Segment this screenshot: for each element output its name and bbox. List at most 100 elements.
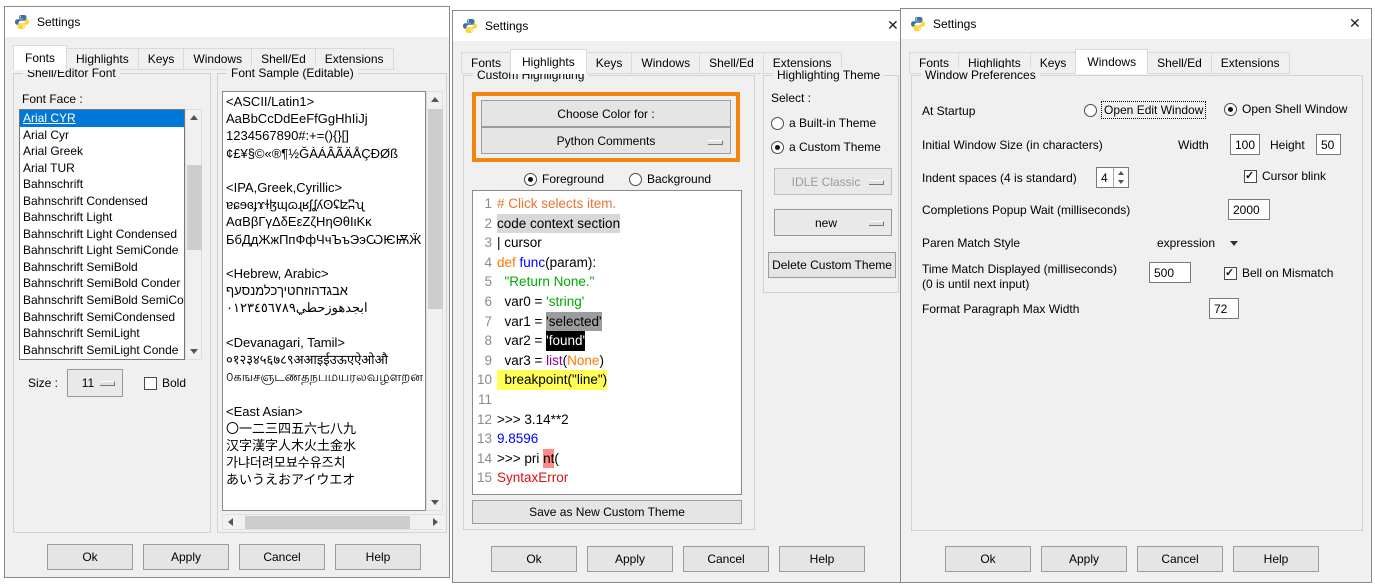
indent-spinbox[interactable]: 4 [1096,167,1129,188]
cursor-blink-row[interactable]: Cursor blink [1244,169,1326,183]
code-segment-normal[interactable]: var3 = [497,351,546,371]
builtin-theme-dropdown[interactable]: IDLE Classic [774,168,892,195]
code-segment-normal[interactable]: >>> 3.14**2 [497,410,569,430]
scrollbar-thumb[interactable] [428,109,443,309]
font-list-item[interactable]: Bahnschrift SemiLight [20,325,184,342]
bell-on-mismatch-checkbox[interactable] [1224,267,1237,280]
code-segment-normal[interactable] [497,272,505,292]
code-segment-builtin[interactable]: list [546,351,563,371]
cancel-button[interactable]: Cancel [683,546,769,572]
tab-shell-ed[interactable]: Shell/Ed [699,52,764,74]
font-list-item[interactable]: Arial Cyr [20,127,184,144]
custom-theme-radio[interactable] [771,141,784,154]
font-list-item[interactable]: Bahnschrift SemiCondensed [20,309,184,326]
format-width-input[interactable]: 72 [1209,298,1239,319]
scrollbar-thumb[interactable] [245,516,410,529]
sample-v-scrollbar[interactable] [426,91,443,511]
code-segment-normal[interactable]: var1 = [497,312,546,332]
help-button[interactable]: Help [335,544,421,570]
tab-fonts[interactable]: Fonts [13,45,67,70]
scroll-up-button[interactable] [186,110,201,125]
code-line[interactable]: 4def func(param): [475,253,739,273]
tab-keys[interactable]: Keys [138,48,185,70]
paren-match-combobox[interactable]: expression [1157,236,1238,250]
code-segment-normal[interactable]: | cursor [497,233,542,253]
highlight-target-dropdown[interactable]: Python Comments [481,127,731,154]
code-line[interactable]: 10 breakpoint("line") [475,370,739,390]
ok-button[interactable]: Ok [945,546,1031,572]
tab-highlights[interactable]: Highlights [510,49,587,74]
completions-input[interactable]: 2000 [1228,199,1270,220]
font-face-listbox[interactable]: Arial CYRArial CyrArial GreekArial TURBa… [19,109,185,360]
code-segment-string[interactable]: "Return None." [505,272,595,292]
font-list-item[interactable]: Bahnschrift Condensed [20,193,184,210]
foreground-radio-row[interactable]: Foreground [524,172,604,186]
delete-theme-button[interactable]: Delete Custom Theme [768,252,896,278]
code-line[interactable]: 5 "Return None." [475,272,739,292]
background-radio-row[interactable]: Background [629,172,711,186]
sample-h-scrollbar[interactable] [222,514,443,530]
time-match-input[interactable]: 500 [1149,262,1191,283]
tab-extensions[interactable]: Extensions [1211,52,1290,74]
ok-button[interactable]: Ok [47,544,133,570]
tab-windows[interactable]: Windows [631,52,700,74]
font-list-item[interactable]: Bahnschrift Light Condensed [20,226,184,243]
font-list-scrollbar[interactable] [185,109,202,360]
font-list-item[interactable]: Bahnschrift Light SemiConde [20,242,184,259]
builtin-theme-radio-row[interactable]: a Built-in Theme [771,116,876,130]
open-edit-window-radio[interactable] [1084,104,1097,117]
save-theme-button[interactable]: Save as New Custom Theme [472,500,742,524]
width-input[interactable]: 100 [1230,134,1260,155]
code-line[interactable]: 15SyntaxError [475,468,739,488]
code-segment-defname[interactable]: func [520,253,546,273]
open-edit-window-radio-row[interactable]: Open Edit Window [1084,102,1205,118]
font-list-item[interactable]: Arial Greek [20,143,184,160]
bold-checkbox-row[interactable]: Bold [144,376,186,390]
scroll-up-button[interactable] [427,92,442,107]
code-line[interactable]: 12>>> 3.14**2 [475,410,739,430]
titlebar[interactable]: Settings [5,7,449,37]
code-segment-normal[interactable]: var0 = [497,292,546,312]
code-segment-hilite[interactable]: 'selected' [546,312,601,332]
code-segment-normal[interactable]: >>> pri [497,449,543,469]
font-list-item[interactable]: Bahnschrift SemiLight Conde [20,342,184,359]
open-shell-window-radio-row[interactable]: Open Shell Window [1224,102,1347,116]
code-segment-normal[interactable]: var2 = [497,331,546,351]
cancel-button[interactable]: Cancel [239,544,325,570]
scroll-down-button[interactable] [427,495,442,510]
apply-button[interactable]: Apply [587,546,673,572]
scroll-right-button[interactable] [428,515,443,529]
ok-button[interactable]: Ok [491,546,577,572]
font-sample-textarea[interactable]: <ASCII/Latin1>AaBbCcDdEeFfGgHhIiJj123456… [222,91,426,511]
code-segment-keyword[interactable]: def [497,253,516,273]
code-line[interactable]: 14>>> pri nt( [475,449,739,469]
spin-arrows[interactable] [1113,168,1128,187]
code-line[interactable]: 2code context section [475,214,739,234]
code-segment-normal[interactable]: ) [599,351,604,371]
tab-keys[interactable]: Keys [586,52,633,74]
scrollbar-thumb[interactable] [187,165,202,250]
custom-theme-dropdown[interactable]: new [774,209,892,236]
font-list-item[interactable]: Bahnschrift SemiBold [20,259,184,276]
choose-color-button[interactable]: Choose Color for : [481,100,731,127]
scroll-down-button[interactable] [186,344,201,359]
code-line[interactable]: 8 var2 = 'found' [475,331,739,351]
font-list-item[interactable]: Bahnschrift SemiBold SemiCo [20,292,184,309]
help-button[interactable]: Help [1233,546,1319,572]
builtin-theme-radio[interactable] [771,117,784,130]
code-segment-hit[interactable]: 'found' [546,331,585,351]
code-line[interactable]: 3| cursor [475,233,739,253]
bell-on-mismatch-row[interactable]: Bell on Mismatch [1224,266,1333,280]
font-list-item[interactable]: Arial TUR [20,160,184,177]
scroll-left-button[interactable] [223,515,238,529]
code-line[interactable]: 9 var3 = list(None) [475,351,739,371]
code-segment-break[interactable]: breakpoint("line") [497,370,607,390]
height-input[interactable]: 50 [1316,134,1341,155]
bold-checkbox[interactable] [144,377,157,390]
apply-button[interactable]: Apply [1041,546,1127,572]
font-size-dropdown[interactable]: 11 [67,369,123,397]
foreground-radio[interactable] [524,173,537,186]
code-segment-context[interactable]: code context section [497,214,620,234]
cancel-button[interactable]: Cancel [1137,546,1223,572]
code-segment-string[interactable]: 'string' [546,292,584,312]
